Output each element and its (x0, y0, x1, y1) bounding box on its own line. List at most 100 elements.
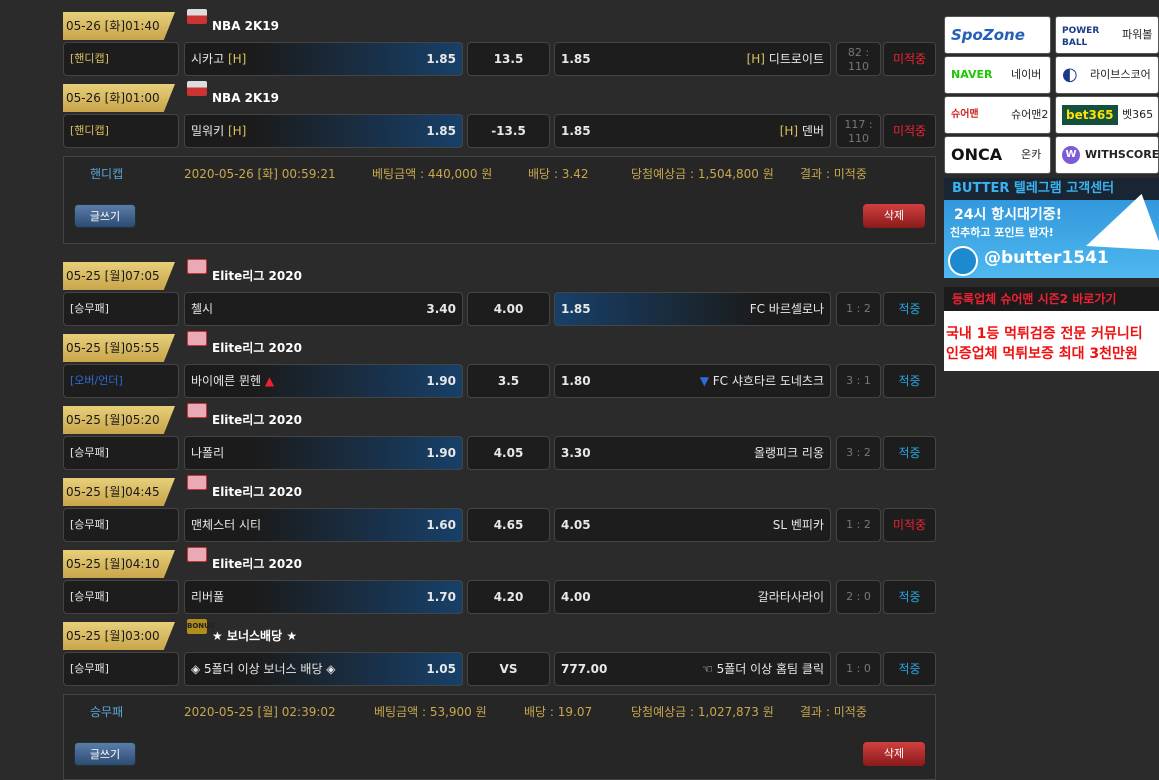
match-header: 05-26 [화]01:40 NBA 2K19 (63, 9, 936, 40)
match-score: 3 : 1 (836, 364, 881, 398)
match-date: 05-25 [월]04:10 (63, 550, 175, 578)
home-pick[interactable]: 밀워키 [H] 1.85 (184, 114, 463, 148)
match-header: 05-25 [월]03:00 BONUS ★ 보너스배당 ★ (63, 619, 936, 650)
match-header: 05-26 [화]01:00 NBA 2K19 (63, 81, 936, 112)
away-pick[interactable]: 1.85 [H] 덴버 (554, 114, 831, 148)
match-row: [승무패] 리버풀 1.70 4.20 4.00 갈라타사라이 2 : 0 적중 (63, 580, 936, 614)
betting-history-page: { "bets":[ {"league_icon":"ic-nba","leag… (0, 0, 1159, 780)
match-score: 3 : 2 (836, 436, 881, 470)
draw-pick[interactable]: 4.00 (467, 292, 550, 326)
bet-type: [승무패] (63, 652, 179, 686)
result-badge: 적중 (883, 652, 936, 686)
ad-withscore[interactable]: W WITHSCORE (1055, 136, 1159, 174)
home-pick[interactable]: 맨체스터 시티 1.60 (184, 508, 463, 542)
league-name: Elite리그 2020 (212, 557, 302, 571)
ad-powerball[interactable]: POWER BALL 파워볼 (1055, 16, 1159, 54)
sureman-banner[interactable]: 등록업체 슈어맨 시즌2 바로가기 국내 1등 먹튀검증 전문 커뮤니티 인증업… (944, 287, 1159, 371)
bet-summary: 승무패 2020-05-25 [월] 02:39:02 베팅금액 : 53,90… (63, 694, 936, 780)
ad-sureman[interactable]: 슈어맨 슈어맨2 (944, 96, 1051, 134)
draw-pick[interactable]: VS (467, 652, 550, 686)
bet-group: 05-26 [화]01:00 NBA 2K19 [핸디캡] 밀워키 [H] 1.8… (63, 81, 936, 148)
draw-pick[interactable]: 4.05 (467, 436, 550, 470)
ad-spozone[interactable]: SpoZone (944, 16, 1051, 54)
league-icon (187, 403, 207, 418)
league-icon (187, 81, 207, 96)
match-date: 05-25 [월]05:55 (63, 334, 175, 362)
under-arrow-icon: ▼ (699, 374, 709, 388)
summary-expected: 당첨예상금 : 1,504,800 원 (631, 167, 774, 181)
away-pick[interactable]: 1.85 FC 바르셀로나 (554, 292, 831, 326)
result-badge: 적중 (883, 580, 936, 614)
league-icon (187, 9, 207, 24)
away-pick[interactable]: 4.05 SL 벤피카 (554, 508, 831, 542)
ad-livescore[interactable]: ◐ 라이브스코어 (1055, 56, 1159, 94)
match-row: [승무패] ◈ 5폴더 이상 보너스 배당 ◈ 1.05 VS 777.00 ☜ 5… (63, 652, 936, 686)
away-pick[interactable]: 1.80 ▼ FC 샤흐타르 도네츠크 (554, 364, 831, 398)
ad-naver[interactable]: NAVER 네이버 (944, 56, 1051, 94)
away-pick[interactable]: 4.00 갈라타사라이 (554, 580, 831, 614)
match-row: [승무패] 첼시 3.40 4.00 1.85 FC 바르셀로나 1 : 2 적중 (63, 292, 936, 326)
match-row: [핸디캡] 시카고 [H] 1.85 13.5 1.85 [H] 디트로이트 82 … (63, 42, 936, 76)
livescore-icon: ◐ (1062, 64, 1078, 85)
home-pick[interactable]: 바이에른 뮌헨 ▲ 1.90 (184, 364, 463, 398)
league-name: Elite리그 2020 (212, 269, 302, 283)
result-badge: 미적중 (883, 508, 936, 542)
match-header: 05-25 [월]07:05 Elite리그 2020 (63, 259, 936, 290)
match-date: 05-26 [화]01:00 (63, 84, 175, 112)
bet-type: [핸디캡] (63, 42, 179, 76)
bet-group: 05-25 [월]07:05 Elite리그 2020 [승무패] 첼시 3.40… (63, 259, 936, 326)
telegram-banner[interactable]: BUTTER 텔레그램 고객센터 24시 항시대기중! 친추하고 포인트 받자!… (944, 178, 1159, 278)
home-pick[interactable]: 시카고 [H] 1.85 (184, 42, 463, 76)
draw-pick[interactable]: 4.20 (467, 580, 550, 614)
result-badge: 적중 (883, 292, 936, 326)
league-icon (187, 547, 207, 562)
line-value[interactable]: 3.5 (467, 364, 550, 398)
summary-amount: 베팅금액 : 53,900 원 (374, 705, 487, 719)
bet-type: [승무패] (63, 292, 179, 326)
match-header: 05-25 [월]05:20 Elite리그 2020 (63, 403, 936, 434)
home-pick[interactable]: ◈ 5폴더 이상 보너스 배당 ◈ 1.05 (184, 652, 463, 686)
bet-type: [오버/언더] (63, 364, 179, 398)
summary-amount: 베팅금액 : 440,000 원 (372, 167, 493, 181)
withscore-icon: W (1062, 146, 1080, 164)
summary-result: 결과 : 미적중 (800, 705, 867, 719)
handicap-value[interactable]: 13.5 (467, 42, 550, 76)
league-name: Elite리그 2020 (212, 485, 302, 499)
away-pick[interactable]: 1.85 [H] 디트로이트 (554, 42, 831, 76)
result-badge: 적중 (883, 364, 936, 398)
match-row: [오버/언더] 바이에른 뮌헨 ▲ 1.90 3.5 1.80 ▼ FC 샤흐타르 … (63, 364, 936, 398)
home-pick[interactable]: 첼시 3.40 (184, 292, 463, 326)
ad-onca[interactable]: ONCA 온카 (944, 136, 1051, 174)
summary-result: 결과 : 미적중 (800, 167, 867, 181)
league-icon (187, 475, 207, 490)
write-button[interactable]: 글쓰기 (74, 204, 136, 228)
bet-group: 05-25 [월]03:00 BONUS ★ 보너스배당 ★ [승무패] ◈ 5… (63, 619, 936, 686)
summary-type: 승무패 (90, 705, 124, 719)
match-score: 1 : 2 (836, 508, 881, 542)
write-button[interactable]: 글쓰기 (74, 742, 136, 766)
result-badge: 미적중 (883, 114, 936, 148)
match-header: 05-25 [월]04:45 Elite리그 2020 (63, 475, 936, 506)
match-score: 1 : 0 (836, 652, 881, 686)
bet-summary: 핸디캡 2020-05-26 [화] 00:59:21 베팅금액 : 440,0… (63, 156, 936, 244)
delete-button[interactable]: 삭제 (863, 742, 925, 766)
delete-button[interactable]: 삭제 (863, 204, 925, 228)
over-arrow-icon: ▲ (264, 374, 275, 388)
bet-group: 05-25 [월]04:10 Elite리그 2020 [승무패] 리버풀 1.7… (63, 547, 936, 614)
home-pick[interactable]: 나폴리 1.90 (184, 436, 463, 470)
bet-type: [승무패] (63, 508, 179, 542)
handicap-value[interactable]: -13.5 (467, 114, 550, 148)
ad-bet365[interactable]: bet365 벳365 (1055, 96, 1159, 134)
match-score: 117 : 110 (836, 114, 881, 148)
away-pick[interactable]: 777.00 ☜ 5폴더 이상 홈팀 클릭 (554, 652, 831, 686)
match-date: 05-25 [월]03:00 (63, 622, 175, 650)
league-name: NBA 2K19 (212, 91, 280, 105)
draw-pick[interactable]: 4.65 (467, 508, 550, 542)
match-date: 05-25 [월]04:45 (63, 478, 175, 506)
away-pick[interactable]: 3.30 올랭피크 리옹 (554, 436, 831, 470)
match-date: 05-25 [월]05:20 (63, 406, 175, 434)
telegram-icon (948, 246, 978, 276)
bet-group: 05-25 [월]05:20 Elite리그 2020 [승무패] 나폴리 1.9… (63, 403, 936, 470)
league-name: Elite리그 2020 (212, 413, 302, 427)
home-pick[interactable]: 리버풀 1.70 (184, 580, 463, 614)
